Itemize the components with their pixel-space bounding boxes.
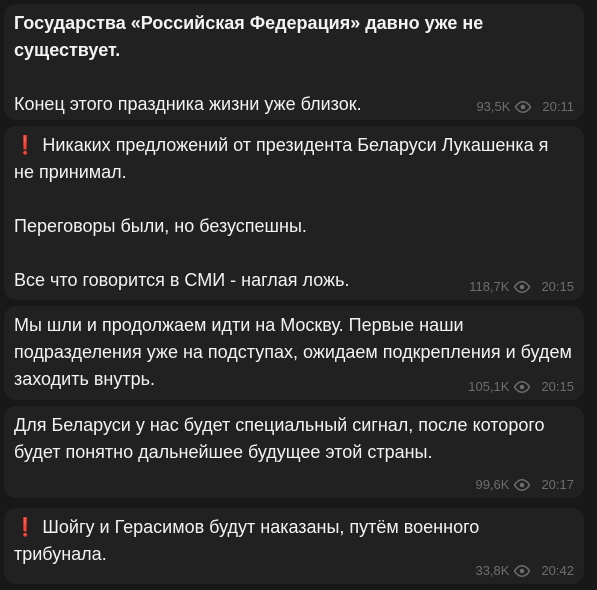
view-count: 93,5K <box>476 99 511 114</box>
eye-icon <box>514 478 531 491</box>
channel-message[interactable]: Мы шли и продолжаем идти на Москву. Перв… <box>4 306 584 400</box>
channel-message[interactable]: ❗ Шойгу и Герасимов будут наказаны, путём… <box>4 508 584 584</box>
message-time: 20:15 <box>541 279 574 294</box>
channel-message[interactable]: ❗ Никаких предложений от президента Белар… <box>4 126 584 300</box>
message-time: 20:17 <box>541 477 574 492</box>
message-body: ❗ Шойгу и Герасимов будут наказаны, путём… <box>14 514 572 568</box>
message-body: ❗ Никаких предложений от президента Белар… <box>14 132 572 294</box>
channel-message[interactable]: Для Беларуси у нас будет специальный сиг… <box>4 406 584 498</box>
exclamation-icon: ❗ <box>14 135 37 155</box>
message-feed: Государства «Российская Федерация» давно… <box>0 0 597 590</box>
message-text: Шойгу и Герасимов будут наказаны, путём … <box>14 517 485 564</box>
message-meta: 99,6K 20:17 <box>475 477 574 492</box>
view-count: 105,1K <box>468 379 510 394</box>
message-time: 20:42 <box>541 563 574 578</box>
eye-icon <box>514 564 531 577</box>
channel-message[interactable]: Государства «Российская Федерация» давно… <box>4 4 584 120</box>
message-text: Для Беларуси у нас будет специальный сиг… <box>14 415 550 462</box>
message-rest: Конец этого праздника жизни уже близок. <box>14 94 362 114</box>
message-meta: 118,7K 20:15 <box>469 279 574 294</box>
view-count: 99,6K <box>475 477 510 492</box>
view-count: 33,8K <box>475 563 510 578</box>
message-time: 20:11 <box>542 99 574 114</box>
message-meta: 33,8K 20:42 <box>475 563 574 578</box>
view-count: 118,7K <box>469 279 510 294</box>
exclamation-icon: ❗ <box>14 517 37 537</box>
message-meta: 105,1K 20:15 <box>468 379 574 394</box>
message-headline: Государства «Российская Федерация» давно… <box>14 13 489 60</box>
eye-icon <box>514 280 531 293</box>
message-meta: 93,5K 20:11 <box>476 99 574 114</box>
message-text: Никаких предложений от президента Белару… <box>14 135 549 290</box>
eye-icon <box>515 100 532 113</box>
message-time: 20:15 <box>541 379 574 394</box>
eye-icon <box>514 380 531 393</box>
